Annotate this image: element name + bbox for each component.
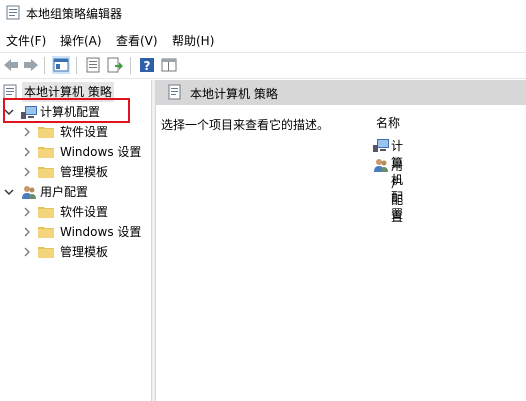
chevron-right-icon[interactable] <box>22 222 32 242</box>
computer-icon <box>373 139 389 152</box>
tree-item-label: 管理模板 <box>60 245 109 259</box>
chevron-right-icon[interactable] <box>22 162 32 182</box>
tree-item-software-settings[interactable]: 软件设置 <box>0 122 151 142</box>
tree-item-label: 软件设置 <box>60 125 109 139</box>
menu-action[interactable]: 操作(A) <box>60 32 102 49</box>
folder-icon <box>38 207 54 218</box>
chevron-right-icon[interactable] <box>22 202 32 222</box>
details-header: 本地计算机 策略 <box>156 80 526 105</box>
tree-item-label: 软件设置 <box>60 205 109 219</box>
toolbar-separator <box>130 57 131 74</box>
tree-item-label: Windows 设置 <box>60 145 142 159</box>
tree-item-admin-templates[interactable]: 管理模板 <box>0 162 151 182</box>
folder-icon <box>38 127 54 138</box>
tree-item-label: 用户配置 <box>40 185 89 199</box>
details-pane: 本地计算机 策略 选择一个项目来查看它的描述。 名称 计算机配置 用户配置 <box>156 80 526 401</box>
chevron-right-icon[interactable] <box>22 142 32 162</box>
folder-icon <box>38 147 54 158</box>
menu-bar: 文件(F) 操作(A) 查看(V) 帮助(H) <box>0 28 526 50</box>
chevron-right-icon[interactable] <box>22 242 32 262</box>
tree-item-user-admin-templates[interactable]: 管理模板 <box>0 242 151 262</box>
back-arrow-icon[interactable] <box>2 56 20 74</box>
policy-document-icon <box>168 84 181 100</box>
tree-item-windows-settings[interactable]: Windows 设置 <box>0 142 151 162</box>
chevron-down-icon[interactable] <box>4 182 14 202</box>
export-list-icon[interactable] <box>106 56 124 74</box>
toolbar-separator <box>76 57 77 74</box>
users-icon <box>374 159 388 172</box>
svg-text:?: ? <box>144 59 151 73</box>
folder-icon <box>38 227 54 238</box>
window-title: 本地组策略编辑器 <box>26 7 123 21</box>
tree-item-label: Windows 设置 <box>60 225 142 239</box>
column-header-name[interactable]: 名称 <box>376 114 400 131</box>
menu-help[interactable]: 帮助(H) <box>172 32 214 49</box>
title-bar: 本地组策略编辑器 <box>0 0 526 26</box>
chevron-right-icon[interactable] <box>22 122 32 142</box>
menu-view[interactable]: 查看(V) <box>116 32 158 49</box>
folder-icon <box>38 247 54 258</box>
properties-icon[interactable] <box>84 56 102 74</box>
users-icon <box>22 186 36 199</box>
help-icon[interactable]: ? <box>138 56 156 74</box>
folder-icon <box>38 167 54 178</box>
tree-item-user-config[interactable]: 用户配置 <box>0 182 151 202</box>
policy-editor-app-icon <box>6 5 20 20</box>
extended-view-icon[interactable] <box>160 56 178 74</box>
details-header-title: 本地计算机 策略 <box>190 87 278 101</box>
highlight-annotation-box <box>3 98 130 123</box>
list-item-label: 用户配置 <box>391 159 404 224</box>
toolbar: ? <box>0 52 526 79</box>
toolbar-separator <box>44 57 45 74</box>
tree-item-user-windows-settings[interactable]: Windows 设置 <box>0 222 151 242</box>
forward-arrow-icon[interactable] <box>22 56 40 74</box>
description-text: 选择一个项目来查看它的描述。 <box>161 118 330 132</box>
tree-item-label: 管理模板 <box>60 165 109 179</box>
console-tree: 本地计算机 策略 计算机配置 软件设置 Windows 设置 管理模板 用户配置… <box>0 80 151 401</box>
tree-item-user-software-settings[interactable]: 软件设置 <box>0 202 151 222</box>
menu-file[interactable]: 文件(F) <box>6 32 46 49</box>
console-tree-icon[interactable] <box>52 56 70 74</box>
